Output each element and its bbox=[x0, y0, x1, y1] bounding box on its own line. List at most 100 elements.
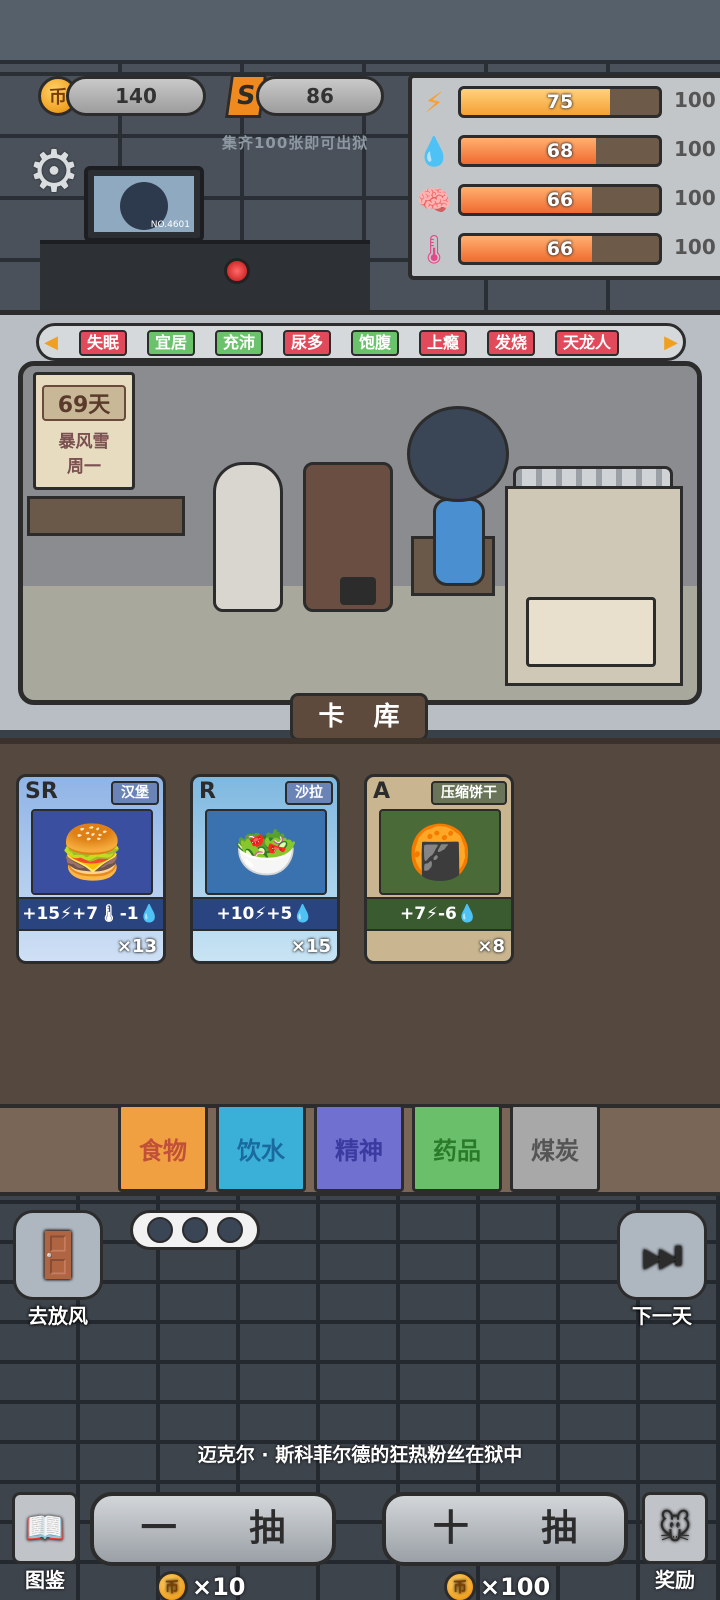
prison-cell: 69天 暴风雪 周一 bbox=[18, 361, 702, 705]
thought-bubble bbox=[130, 1210, 260, 1250]
tag-item[interactable]: 上瘾 bbox=[419, 330, 468, 356]
mouse-icon: 🐭 bbox=[642, 1492, 708, 1564]
ten-draw-button[interactable]: 十 抽 bbox=[382, 1492, 628, 1566]
tab-food[interactable]: 食物 bbox=[118, 1104, 208, 1192]
tab-spirit[interactable]: 精神 bbox=[314, 1104, 404, 1192]
tab-medicine[interactable]: 药品 bbox=[412, 1104, 502, 1192]
next-day-button[interactable]: ⏭ 下一天 bbox=[612, 1210, 712, 1328]
tag-item[interactable]: 饱腹 bbox=[351, 330, 400, 356]
book-icon: 📖 bbox=[12, 1492, 78, 1564]
table bbox=[27, 496, 185, 536]
biscuit-icon: 🍘 bbox=[379, 809, 501, 895]
release-label: 去放风 bbox=[28, 1304, 88, 1328]
card-effect: +7⚡-6💧 bbox=[367, 897, 511, 931]
coin-icon: 币 bbox=[444, 1571, 476, 1600]
stat-temperature: 🌡 66 100 bbox=[412, 227, 720, 271]
card-name: 沙拉 bbox=[285, 781, 333, 805]
water-value: 68 bbox=[546, 140, 574, 162]
ceiling bbox=[0, 0, 720, 64]
prisoner-body bbox=[433, 498, 485, 586]
energy-value: 75 bbox=[546, 91, 574, 113]
spirit-value: 66 bbox=[546, 189, 574, 211]
salad-icon: 🥗 bbox=[205, 809, 327, 895]
card-name: 压缩饼干 bbox=[431, 781, 507, 805]
thermometer-icon: 🌡 bbox=[416, 232, 452, 266]
stat-water: 💧 68 100 bbox=[412, 129, 720, 173]
codex-label: 图鉴 bbox=[25, 1568, 65, 1592]
energy-icon: ⚡ bbox=[424, 85, 444, 119]
tab-coal[interactable]: 煤炭 bbox=[510, 1104, 600, 1192]
prisoner-number: NO.4601 bbox=[150, 220, 190, 230]
settings-gear-icon[interactable]: ⚙ bbox=[28, 142, 80, 200]
next-day-label: 下一天 bbox=[632, 1304, 692, 1328]
calendar-weather: 暴风雪 bbox=[58, 432, 110, 452]
card-effect: +15⚡+7🌡-1💧 bbox=[19, 897, 163, 931]
water-max: 100 bbox=[674, 137, 716, 161]
card-area: SR 汉堡 🍔 +15⚡+7🌡-1💧 ×13 R 沙拉 🥗 +10⚡+5💧 ×1… bbox=[0, 738, 720, 1106]
ten-draw-cost: 币 ×100 bbox=[444, 1570, 550, 1600]
door-icon: 🚪 bbox=[13, 1210, 103, 1300]
tab-water[interactable]: 饮水 bbox=[216, 1104, 306, 1192]
bed[interactable] bbox=[505, 486, 683, 686]
energy-bar: 75 bbox=[458, 86, 662, 118]
room-frame: ◀ 失眠 宜居 充沛 尿多 饱腹 上瘾 发烧 天龙人 ▶ 69天 暴风雪 周一 … bbox=[0, 310, 720, 741]
alarm-light-icon bbox=[224, 258, 250, 284]
tag-item[interactable]: 发烧 bbox=[487, 330, 536, 356]
tag-item[interactable]: 失眠 bbox=[79, 330, 128, 356]
tag-scroll-left-icon[interactable]: ◀ bbox=[41, 330, 61, 354]
temperature-max: 100 bbox=[674, 235, 716, 259]
guard-face-icon bbox=[181, 1217, 208, 1243]
calendar-day: 69天 bbox=[42, 385, 126, 421]
bottom-area: 🚪 去放风 ⏭ 下一天 迈克尔 · 斯科菲尔德的狂热粉丝在狱中 📖 图鉴 一 抽… bbox=[0, 1196, 720, 1600]
card-burger[interactable]: SR 汉堡 🍔 +15⚡+7🌡-1💧 ×13 bbox=[16, 774, 166, 964]
card-name: 汉堡 bbox=[111, 781, 159, 805]
stats-panel: ⚡ 75 100 💧 68 100 🧠 66 100 🌡 66 100 bbox=[408, 74, 720, 280]
stat-energy: ⚡ 75 100 bbox=[412, 80, 720, 124]
stove-fire bbox=[340, 577, 376, 605]
card-rarity: SR bbox=[25, 779, 58, 804]
stove[interactable] bbox=[303, 462, 393, 612]
energy-max: 100 bbox=[674, 88, 716, 112]
tag-scroll-right-icon[interactable]: ▶ bbox=[661, 330, 681, 354]
calendar-sign: 69天 暴风雪 周一 bbox=[33, 372, 135, 490]
monitor-screen: NO.4601 bbox=[94, 176, 194, 232]
calendar-weekday: 周一 bbox=[67, 457, 101, 477]
toilet[interactable] bbox=[213, 462, 283, 612]
s-token-counter: 86 bbox=[256, 76, 384, 116]
prisoner-character[interactable] bbox=[403, 406, 513, 596]
card-count: ×13 bbox=[116, 936, 157, 957]
card-rarity: R bbox=[199, 779, 216, 804]
reward-button[interactable]: 🐭 奖励 bbox=[640, 1492, 710, 1592]
category-bar: 食物 饮水 精神 药品 煤炭 bbox=[0, 1104, 720, 1196]
burger-icon: 🍔 bbox=[31, 809, 153, 895]
card-library-button[interactable]: 卡 库 bbox=[290, 693, 428, 741]
card-count: ×8 bbox=[477, 936, 505, 957]
release-button[interactable]: 🚪 去放风 bbox=[8, 1210, 108, 1328]
escape-hint: 集齐100张即可出狱 bbox=[222, 134, 369, 152]
tag-item[interactable]: 宜居 bbox=[147, 330, 196, 356]
water-bar: 68 bbox=[458, 135, 662, 167]
status-tag-bar: ◀ 失眠 宜居 充沛 尿多 饱腹 上瘾 发烧 天龙人 ▶ bbox=[36, 323, 686, 361]
reward-label: 奖励 bbox=[655, 1568, 695, 1592]
codex-button[interactable]: 📖 图鉴 bbox=[10, 1492, 80, 1592]
tag-item[interactable]: 充沛 bbox=[215, 330, 264, 356]
coin-counter: 140 bbox=[66, 76, 206, 116]
card-salad[interactable]: R 沙拉 🥗 +10⚡+5💧 ×15 bbox=[190, 774, 340, 964]
temperature-bar: 66 bbox=[458, 233, 662, 265]
tag-item[interactable]: 尿多 bbox=[283, 330, 332, 356]
single-draw-button[interactable]: 一 抽 bbox=[90, 1492, 336, 1566]
ten-cost-value: ×100 bbox=[480, 1573, 551, 1600]
tag-item[interactable]: 天龙人 bbox=[555, 330, 620, 356]
prisoner-head bbox=[407, 406, 509, 502]
card-biscuit[interactable]: A 压缩饼干 🍘 +7⚡-6💧 ×8 bbox=[364, 774, 514, 964]
inmate-face-icon bbox=[147, 1217, 174, 1243]
stat-spirit: 🧠 66 100 bbox=[412, 178, 720, 222]
spirit-bar: 66 bbox=[458, 184, 662, 216]
skip-forward-icon: ⏭ bbox=[617, 1210, 707, 1300]
water-icon: 💧 bbox=[416, 134, 452, 168]
single-draw-cost: 币 ×10 bbox=[156, 1570, 246, 1600]
prisoner-monitor: NO.4601 bbox=[84, 166, 204, 242]
single-cost-value: ×10 bbox=[192, 1573, 246, 1600]
card-effect: +10⚡+5💧 bbox=[193, 897, 337, 931]
card-rarity: A bbox=[373, 779, 391, 804]
